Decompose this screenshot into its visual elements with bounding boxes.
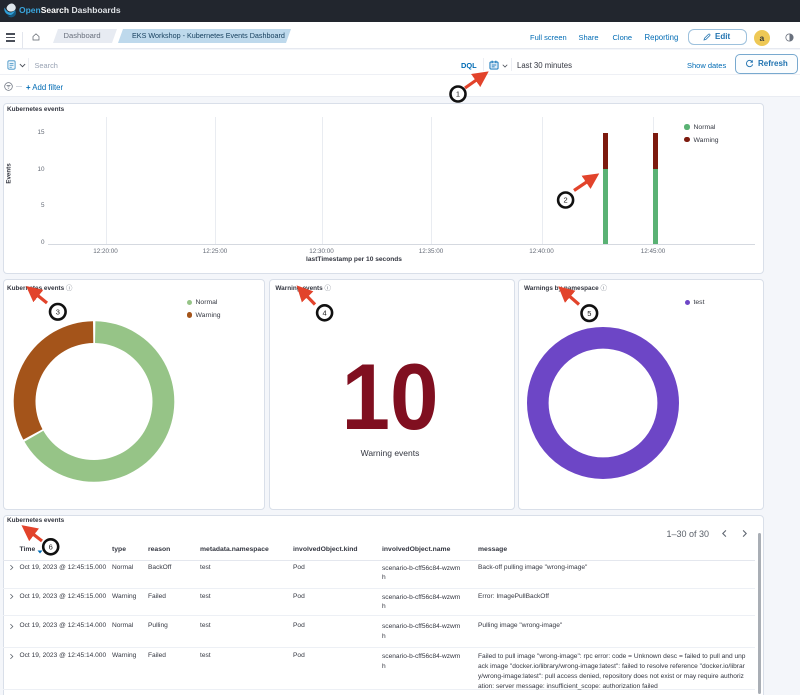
svg-text:4: 4	[323, 308, 327, 317]
svg-text:6: 6	[49, 542, 53, 551]
svg-text:1: 1	[456, 90, 460, 99]
svg-text:2: 2	[564, 196, 568, 205]
svg-text:3: 3	[56, 307, 60, 316]
svg-text:5: 5	[587, 309, 591, 318]
